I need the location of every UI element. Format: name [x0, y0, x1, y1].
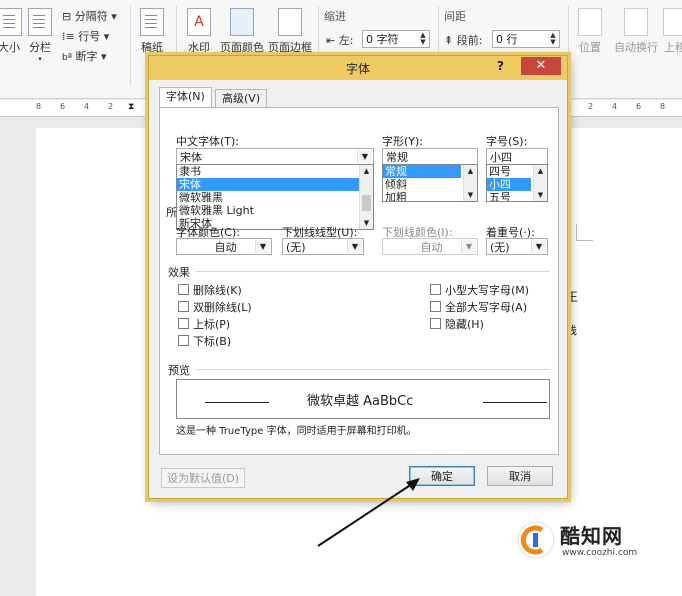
site-watermark: 酷知网 www.coozhi.com	[516, 518, 656, 566]
watermark-brand: 酷知网	[560, 524, 623, 548]
watermark-url: www.coozhi.com	[562, 548, 638, 558]
coozhi-logo-icon	[517, 521, 555, 559]
annotation-arrow-icon	[317, 478, 420, 547]
